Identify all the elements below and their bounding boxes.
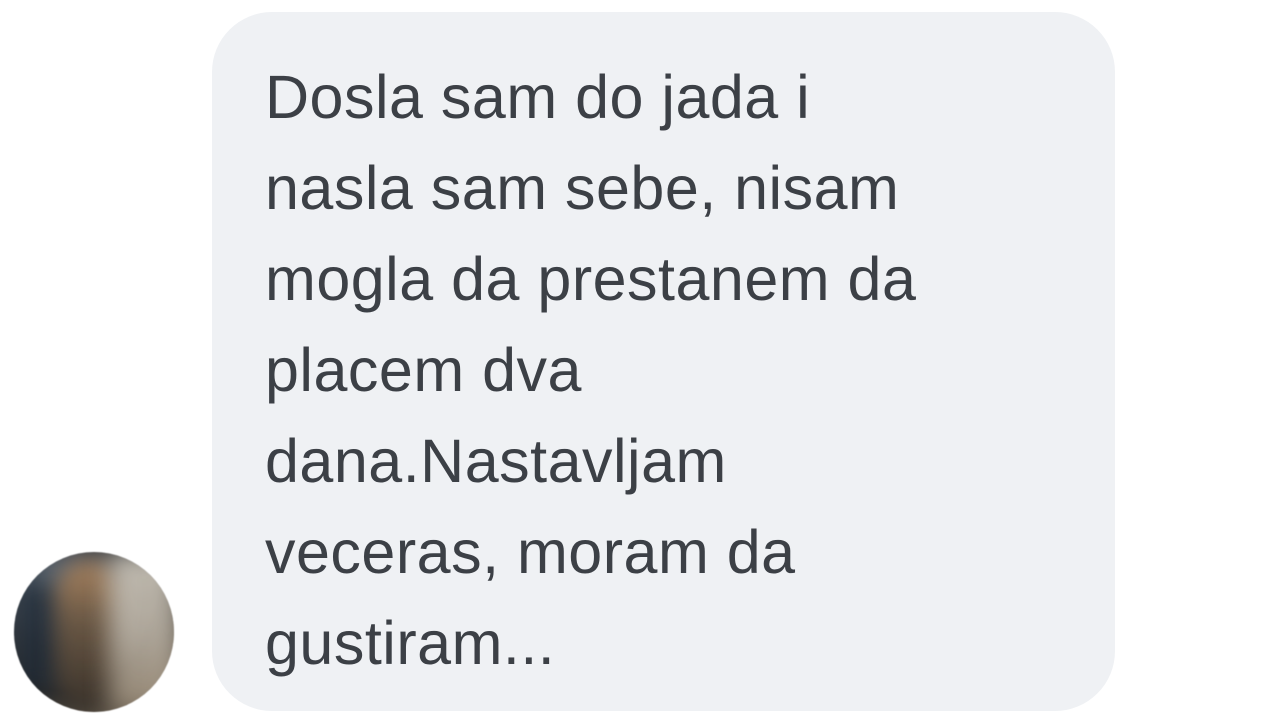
message-line: gustiram... xyxy=(265,609,556,677)
message-line: placem dva xyxy=(265,336,582,404)
avatar-shape xyxy=(109,552,174,712)
message-line: dana.Nastavljam xyxy=(265,427,727,495)
chat-canvas: Dosla sam do jada i nasla sam sebe, nisa… xyxy=(0,0,1280,719)
message-line: mogla da prestanem da xyxy=(265,245,917,313)
message-text: Dosla sam do jada i nasla sam sebe, nisa… xyxy=(265,52,1085,689)
message-line: nasla sam sebe, nisam xyxy=(265,154,900,222)
sender-avatar[interactable] xyxy=(14,552,174,712)
message-line: Dosla sam do jada i xyxy=(265,63,811,131)
message-line: veceras, moram da xyxy=(265,518,796,586)
